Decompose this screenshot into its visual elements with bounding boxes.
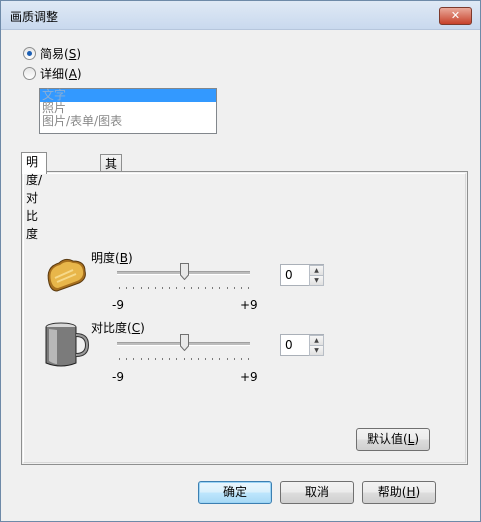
contrast-tick <box>241 358 242 360</box>
contrast-tick-marks <box>119 358 249 362</box>
chevron-up-icon: ▲ <box>314 267 319 274</box>
brightness-tick <box>162 287 163 289</box>
brightness-tick <box>155 287 156 289</box>
contrast-tick <box>184 358 185 360</box>
contrast-label: 对比度(C) <box>91 321 145 335</box>
contrast-tick <box>155 358 156 360</box>
brightness-max-label: +9 <box>240 298 258 312</box>
close-icon: ✕ <box>450 9 461 22</box>
contrast-decrement-button[interactable]: ▼ <box>309 345 324 356</box>
radio-detailed-indicator[interactable] <box>23 67 36 80</box>
mug-icon <box>43 321 91 374</box>
contrast-tick <box>234 358 235 360</box>
contrast-tick <box>212 358 213 360</box>
contrast-tick <box>219 358 220 360</box>
brightness-tick <box>241 287 242 289</box>
radio-detailed[interactable]: 详细(A) <box>23 65 82 82</box>
cancel-button[interactable]: 取消 <box>280 481 354 504</box>
ok-button[interactable]: 确定 <box>198 481 272 504</box>
brightness-tick <box>133 287 134 289</box>
contrast-tick <box>169 358 170 360</box>
brightness-tick <box>176 287 177 289</box>
list-item-graphics[interactable]: 图片/表单/图表 <box>40 115 216 128</box>
window-title: 画质调整 <box>10 10 59 24</box>
brightness-tick <box>169 287 170 289</box>
brightness-tick <box>148 287 149 289</box>
brightness-decrement-button[interactable]: ▼ <box>309 275 324 286</box>
contrast-min-label: -9 <box>112 370 124 384</box>
restore-defaults-button[interactable]: 默认值(L) <box>356 428 430 451</box>
contrast-tick <box>141 358 142 360</box>
brightness-tick <box>248 287 249 289</box>
tab-panel <box>21 171 468 465</box>
chevron-down-icon: ▼ <box>314 277 319 284</box>
brightness-spinbox[interactable]: 0 ▲ ▼ <box>280 264 324 286</box>
document-type-listbox[interactable]: 文字 照片 图片/表单/图表 <box>39 88 217 134</box>
tab-brightness-contrast[interactable]: 明度/对比度 <box>21 152 48 241</box>
contrast-tick <box>162 358 163 360</box>
contrast-tick <box>126 358 127 360</box>
brightness-tick <box>119 287 120 289</box>
brightness-tick <box>227 287 228 289</box>
brightness-tick <box>234 287 235 289</box>
brightness-tick <box>191 287 192 289</box>
contrast-tick <box>133 358 134 360</box>
brightness-min-label: -9 <box>112 298 124 312</box>
brightness-slider-thumb[interactable] <box>179 263 189 281</box>
radio-simple-label: 简易(S) <box>40 47 82 61</box>
brightness-tick <box>198 287 199 289</box>
contrast-max-label: +9 <box>240 370 258 384</box>
contrast-tick <box>148 358 149 360</box>
contrast-tick <box>227 358 228 360</box>
contrast-tick <box>191 358 192 360</box>
brightness-label: 明度(B) <box>91 251 133 265</box>
help-button[interactable]: 帮助(H) <box>362 481 436 504</box>
chevron-up-icon: ▲ <box>314 337 319 344</box>
contrast-spinbox[interactable]: 0 ▲ ▼ <box>280 334 324 356</box>
radio-simple[interactable]: 简易(S) <box>23 45 81 62</box>
brightness-tick <box>219 287 220 289</box>
brightness-tick <box>126 287 127 289</box>
radio-simple-indicator[interactable] <box>23 47 36 60</box>
brightness-tick <box>184 287 185 289</box>
contrast-tick <box>205 358 206 360</box>
contrast-tick <box>198 358 199 360</box>
list-item-text[interactable]: 文字 <box>40 89 216 102</box>
close-button[interactable]: ✕ <box>439 7 472 25</box>
brightness-tick <box>141 287 142 289</box>
brightness-tick-marks <box>119 287 249 291</box>
contrast-tick <box>119 358 120 360</box>
contrast-tick <box>176 358 177 360</box>
brightness-tick <box>205 287 206 289</box>
contrast-tick <box>248 358 249 360</box>
contrast-slider-thumb[interactable] <box>179 334 189 352</box>
title-bar: 画质调整 ✕ <box>1 1 480 30</box>
contrast-value[interactable]: 0 <box>285 338 293 352</box>
brightness-tick <box>212 287 213 289</box>
brightness-value[interactable]: 0 <box>285 268 293 282</box>
image-quality-dialog: 画质调整 ✕ 简易(S) 详细(A) 文字 照片 图片/表单/图表 明度/对比度… <box>0 0 481 522</box>
radio-detailed-label: 详细(A) <box>40 67 82 81</box>
chevron-down-icon: ▼ <box>314 347 319 354</box>
toast-icon <box>43 253 91 298</box>
